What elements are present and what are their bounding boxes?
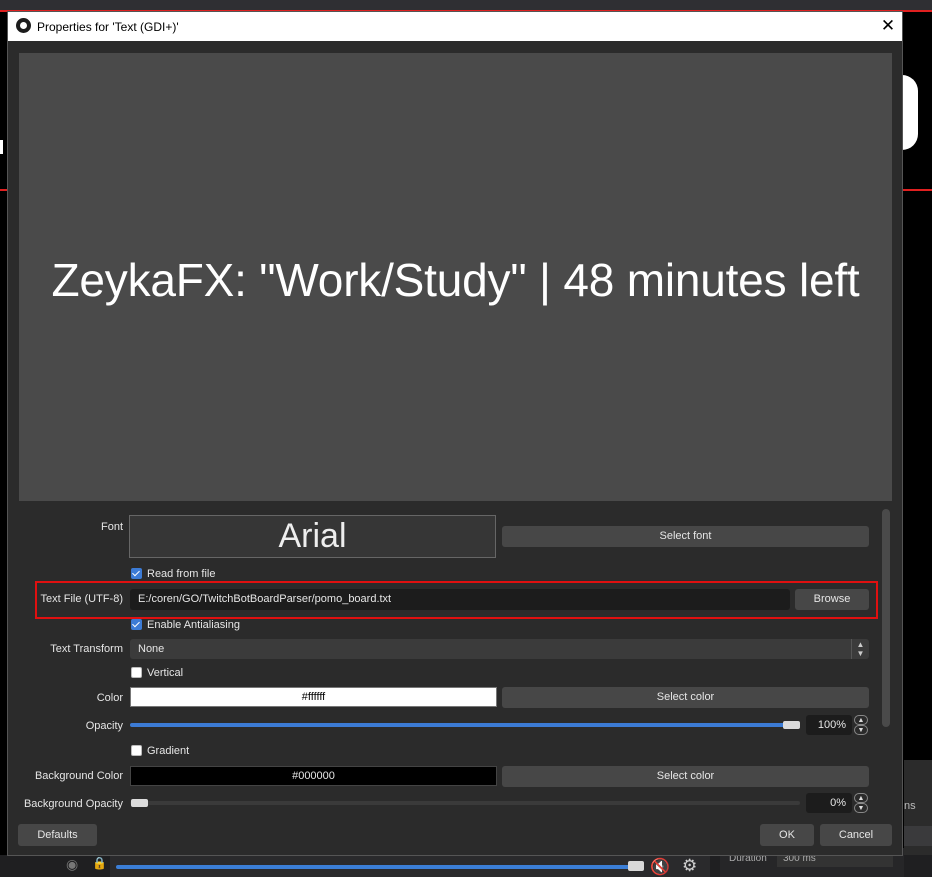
preview-text: ZeykaFX: "Work/Study" | 48 minutes left	[51, 254, 860, 306]
text-transform-value: None	[138, 643, 165, 655]
step-up-icon[interactable]: ▲	[854, 793, 868, 803]
muted-speaker-icon[interactable]: 🔇	[650, 857, 670, 877]
background-opacity-stepper[interactable]: ▲ ▼	[854, 793, 868, 813]
gradient-label: Gradient	[147, 745, 190, 757]
background-panel-label: ns	[904, 800, 916, 812]
select-font-button[interactable]: Select font	[502, 526, 869, 547]
background-source-edge	[0, 140, 3, 154]
enable-antialiasing-checkbox[interactable]	[131, 619, 142, 630]
step-down-icon[interactable]: ▼	[854, 803, 868, 813]
close-icon[interactable]: ✕	[876, 15, 900, 37]
scrollbar-thumb[interactable]	[882, 509, 890, 727]
opacity-label: Opacity	[85, 720, 123, 732]
color-label: Color	[96, 692, 123, 704]
text-transform-label: Text Transform	[50, 643, 123, 655]
step-up-icon[interactable]: ▲	[854, 715, 868, 725]
vertical-checkbox[interactable]	[131, 667, 142, 678]
text-file-path-input[interactable]: E:/coren/GO/TwitchBotBoardParser/pomo_bo…	[130, 589, 790, 610]
color-swatch: #ffffff	[130, 687, 497, 707]
read-from-file-checkbox[interactable]	[131, 568, 142, 579]
vertical-label: Vertical	[147, 667, 184, 679]
background-window-bar	[0, 0, 932, 10]
cancel-button[interactable]: Cancel	[820, 824, 892, 846]
text-transform-select[interactable]: None ▲ ▼	[130, 639, 869, 659]
opacity-input[interactable]: 100%	[806, 715, 852, 735]
properties-scrollbar[interactable]	[882, 509, 890, 809]
gear-icon[interactable]: ⚙	[682, 856, 697, 876]
opacity-slider[interactable]	[130, 723, 800, 727]
read-from-file-label: Read from file	[147, 568, 216, 580]
select-background-color-button[interactable]: Select color	[502, 766, 869, 787]
dialog-title: Properties for 'Text (GDI+)'	[37, 20, 179, 34]
background-color-label: Background Color	[34, 770, 123, 782]
text-preview: ZeykaFX: "Work/Study" | 48 minutes left	[19, 53, 892, 501]
step-down-icon[interactable]: ▼	[854, 725, 868, 735]
ok-button[interactable]: OK	[760, 824, 814, 846]
audio-mixer-row: 🔇 ⚙	[110, 856, 710, 877]
gradient-checkbox[interactable]	[131, 745, 142, 756]
defaults-button[interactable]: Defaults	[18, 824, 97, 846]
background-opacity-label: Background Opacity	[23, 798, 123, 810]
text-file-label: Text File (UTF-8)	[40, 593, 124, 605]
background-panel-button[interactable]	[904, 826, 932, 846]
eye-hidden-icon[interactable]: ◉	[66, 856, 78, 873]
font-preview: Arial	[129, 515, 496, 558]
background-opacity-slider[interactable]	[130, 801, 800, 805]
browse-button[interactable]: Browse	[795, 589, 869, 610]
chevron-updown-icon: ▲ ▼	[851, 639, 869, 659]
select-color-button[interactable]: Select color	[502, 687, 869, 708]
lock-icon[interactable]: 🔒	[92, 856, 107, 870]
background-opacity-slider-handle[interactable]	[131, 799, 148, 807]
obs-logo-icon	[16, 18, 31, 33]
volume-slider[interactable]	[116, 865, 631, 869]
background-opacity-input[interactable]: 0%	[806, 793, 852, 813]
properties-dialog: Properties for 'Text (GDI+)' ✕ ZeykaFX: …	[7, 11, 903, 856]
font-label: Font	[100, 521, 123, 533]
volume-slider-handle[interactable]	[628, 861, 644, 871]
opacity-slider-handle[interactable]	[783, 721, 800, 729]
dialog-titlebar: Properties for 'Text (GDI+)' ✕	[8, 12, 902, 41]
background-color-swatch: #000000	[130, 766, 497, 786]
enable-antialiasing-label: Enable Antialiasing	[147, 619, 240, 631]
opacity-stepper[interactable]: ▲ ▼	[854, 715, 868, 735]
